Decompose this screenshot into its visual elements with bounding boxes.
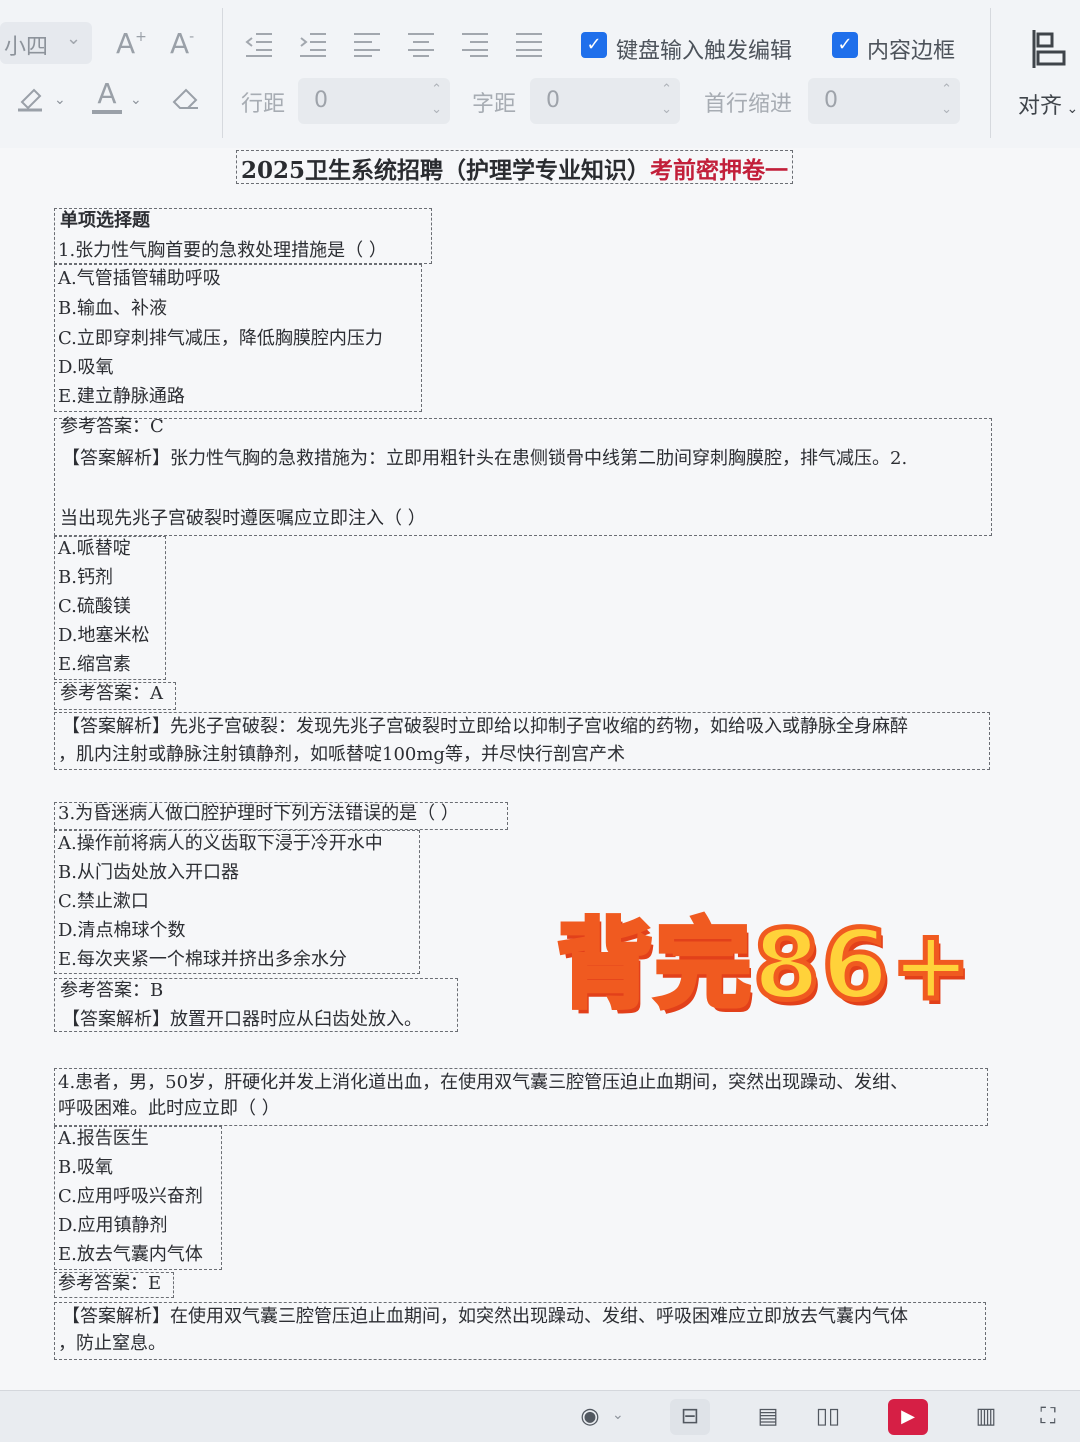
font-shrink-icon[interactable]: A-	[170, 30, 194, 58]
justify-icon[interactable]	[514, 30, 544, 63]
title-main: 2025卫生系统招聘（护理学专业知识）	[241, 157, 651, 184]
q2-option-a: A.哌替啶	[58, 538, 131, 559]
chevron-down-icon[interactable]: ⌄	[612, 1407, 624, 1423]
eye-glyph: ◉	[580, 1404, 600, 1429]
status-bar: ◉ ⌄ ⊟ ▤ ▯▯ ▶ ▥ ⛶	[0, 1390, 1080, 1442]
align-right-icon[interactable]	[460, 30, 490, 63]
eraser-icon[interactable]	[170, 84, 202, 117]
eye-icon[interactable]: ◉	[570, 1399, 610, 1435]
first-indent-label: 首行缩进	[704, 92, 793, 117]
font-color-icon[interactable]: A	[92, 80, 122, 114]
q3-answer: 参考答案：B	[60, 980, 164, 1001]
char-spacing-input[interactable]: 0 ⌃ ⌄	[530, 78, 680, 124]
first-indent-value: 0	[824, 88, 838, 113]
q4-stem-line2: 呼吸困难。此时应立即（ ）	[58, 1098, 280, 1119]
q4-option-e: E.放去气囊内气体	[58, 1244, 203, 1265]
ribbon-toolbar: 小四 ⌄ A+ A- ⌄ A ⌄ ✓ 键盘输入触发编辑 ✓ 内容边框 行距 0	[0, 0, 1080, 149]
indent-icon[interactable]	[298, 30, 328, 63]
align-left-icon[interactable]	[352, 30, 382, 63]
double-page-icon[interactable]: ▯▯	[808, 1399, 848, 1435]
font-color-swatch	[92, 110, 122, 114]
q3-stem: 3.为昏迷病人做口腔护理时下列方法错误的是（ ）	[58, 803, 459, 824]
q3-option-d: D.清点棉球个数	[58, 920, 186, 941]
title-highlight: 考前密押卷一	[650, 157, 789, 184]
q1-analysis: 【答案解析】张力性气胸的急救措施为：立即用粗针头在患侧锁骨中线第二肋间穿刺胸膜腔…	[62, 448, 908, 469]
fullscreen-icon[interactable]: ⛶	[1028, 1399, 1068, 1435]
q1-option-b: B.输血、补液	[58, 298, 167, 319]
q4-option-d: D.应用镇静剂	[58, 1215, 168, 1236]
present-icon[interactable]: ▶	[888, 1399, 928, 1435]
q1-option-a: A.气管插管辅助呼吸	[58, 268, 221, 289]
q2-option-c: C.硫酸镁	[58, 596, 131, 617]
spin-arrows-icon[interactable]: ⌃ ⌄	[661, 80, 672, 120]
q4-option-a: A.报告医生	[58, 1128, 149, 1149]
q1-option-c: C.立即穿刺排气减压，降低胸膜腔内压力	[58, 328, 383, 349]
q3-option-c: C.禁止漱口	[58, 891, 149, 912]
char-spacing-value: 0	[546, 88, 560, 113]
q3-option-e: E.每次夹紧一个棉球并挤出多余水分	[58, 949, 347, 970]
content-border-label: 内容边框	[867, 39, 956, 64]
line-spacing-input[interactable]: 0 ⌃ ⌄	[298, 78, 450, 124]
q1-answer: 参考答案：C	[60, 416, 164, 437]
line-spacing-value: 0	[314, 88, 328, 113]
q2-stem: 当出现先兆子宫破裂时遵医嘱应立即注入（ ）	[60, 508, 426, 529]
q4-analysis-line2: ，防止窒息。	[58, 1333, 166, 1354]
highlighter-icon[interactable]	[16, 84, 46, 117]
q2-option-e: E.缩宫素	[58, 654, 131, 675]
font-grow-icon[interactable]: A+	[116, 30, 147, 58]
read-mode-icon[interactable]: ▥	[966, 1399, 1006, 1435]
spin-arrows-icon[interactable]: ⌃ ⌄	[941, 80, 952, 120]
promo-sticker: 背完86+	[554, 907, 974, 1024]
content-border-checkbox[interactable]: ✓	[832, 32, 858, 58]
spin-arrows-icon[interactable]: ⌃ ⌄	[431, 80, 442, 120]
section-heading: 单项选择题	[60, 210, 150, 231]
q4-option-c: C.应用呼吸兴奋剂	[58, 1186, 203, 1207]
single-page-icon[interactable]: ▤	[748, 1399, 788, 1435]
chevron-down-icon[interactable]: ⌄	[54, 92, 66, 108]
document-title[interactable]: 2025卫生系统招聘（护理学专业知识）考前密押卷一	[236, 150, 794, 184]
align-object-icon[interactable]	[1030, 28, 1070, 75]
q1-option-d: D.吸氧	[58, 357, 114, 378]
fit-page-icon[interactable]: ⊟	[670, 1399, 710, 1435]
q2-answer: 参考答案：A	[60, 683, 163, 704]
chevron-down-icon: ⌄	[66, 28, 82, 49]
toolbar-divider	[990, 8, 991, 138]
align-center-icon[interactable]	[406, 30, 436, 63]
q2-analysis-line2: ，肌内注射或静脉注射镇静剂，如哌替啶100mg等，并尽快行剖宫产术	[58, 744, 625, 765]
font-color-letter: A	[97, 77, 117, 110]
q1-option-e: E.建立静脉通路	[58, 386, 185, 407]
q4-stem-line1: 4.患者，男，50岁，肝硬化并发上消化道出血，在使用双气囊三腔管压迫止血期间，突…	[58, 1072, 909, 1093]
q4-option-b: B.吸氧	[58, 1157, 113, 1178]
line-spacing-label: 行距	[241, 92, 286, 117]
outdent-icon[interactable]	[244, 30, 274, 63]
keyboard-edit-label: 键盘输入触发编辑	[616, 39, 793, 64]
align-menu[interactable]: 对齐 ⌄	[1018, 88, 1078, 120]
chevron-down-icon[interactable]: ⌄	[130, 92, 142, 108]
char-spacing-label: 字距	[472, 92, 517, 117]
toolbar-divider	[222, 8, 223, 138]
q4-analysis-line1: 【答案解析】在使用双气囊三腔管压迫止血期间，如突然出现躁动、发绀、呼吸困难应立即…	[62, 1306, 908, 1327]
q2-option-d: D.地塞米松	[58, 625, 150, 646]
q2-analysis-line1: 【答案解析】先兆子宫破裂：发现先兆子宫破裂时立即给以抑制子宫收缩的药物，如给吸入…	[62, 716, 908, 737]
q3-analysis: 【答案解析】放置开口器时应从臼齿处放入。	[62, 1009, 422, 1030]
font-size-value: 小四	[4, 35, 49, 60]
q1-stem: 1.张力性气胸首要的急救处理措施是（ ）	[58, 240, 387, 261]
q3-option-a: A.操作前将病人的义齿取下浸于冷开水中	[58, 833, 383, 854]
font-size-select[interactable]: 小四 ⌄	[0, 22, 92, 64]
first-indent-input[interactable]: 0 ⌃ ⌄	[808, 78, 960, 124]
keyboard-edit-checkbox[interactable]: ✓	[581, 32, 607, 58]
q2-option-b: B.钙剂	[58, 567, 113, 588]
q3-option-b: B.从门齿处放入开口器	[58, 862, 239, 883]
align-label: 对齐	[1018, 94, 1063, 119]
chevron-down-icon: ⌄	[1062, 101, 1079, 117]
q4-answer: 参考答案：E	[58, 1273, 162, 1294]
